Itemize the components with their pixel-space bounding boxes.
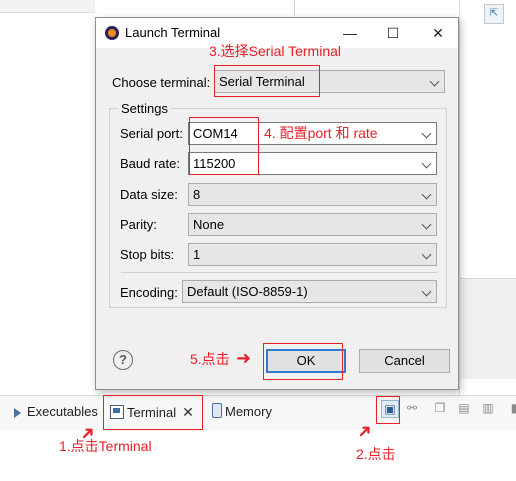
stop-bits-select[interactable]: 1	[188, 243, 437, 266]
chevron-down-icon	[421, 189, 432, 200]
chevron-down-icon	[421, 128, 432, 139]
chevron-down-icon	[421, 219, 432, 230]
stop-bits-label: Stop bits:	[120, 247, 175, 262]
parity-select[interactable]: None	[188, 213, 437, 236]
baud-rate-label: Baud rate:	[120, 156, 180, 171]
step4-annotation: 4. 配置port 和 rate	[264, 125, 378, 141]
serial-port-label: Serial port:	[120, 126, 183, 141]
data-size-value: 8	[193, 187, 201, 202]
parity-label: Parity:	[120, 217, 157, 232]
step2-annotation: 2.点击	[356, 446, 396, 462]
step5-annotation: 5.点击	[190, 351, 230, 367]
chevron-down-icon	[421, 249, 432, 260]
launch-terminal-dialog: Launch Terminal — ☐ ✕ Choose terminal: S…	[95, 17, 459, 390]
ide-left-toolbar-strip	[0, 0, 95, 13]
ide-right-gray-area	[460, 278, 516, 379]
dialog-title: Launch Terminal	[125, 25, 221, 40]
help-icon[interactable]: ?	[113, 350, 133, 370]
tab-terminal-label: Terminal	[127, 405, 177, 420]
data-size-select[interactable]: 8	[188, 183, 437, 206]
stop-bits-value: 1	[193, 247, 201, 262]
more-icon[interactable]: ▮	[506, 400, 516, 416]
outline-toolbar-icon[interactable]: ⇱	[484, 4, 504, 24]
terminal-icon	[110, 405, 124, 419]
chevron-down-icon	[421, 158, 432, 169]
copy-icon[interactable]: ❐	[432, 400, 448, 416]
tab-memory[interactable]: Memory	[212, 402, 272, 422]
tab-executables-label: Executables	[27, 404, 98, 419]
memory-icon	[212, 403, 222, 418]
encoding-value: Default (ISO-8859-1)	[187, 284, 308, 299]
choose-terminal-value: Serial Terminal	[219, 74, 305, 89]
paste-icon[interactable]: ▤	[456, 400, 472, 416]
choose-terminal-select[interactable]: Serial Terminal	[214, 70, 445, 93]
chevron-down-icon	[421, 286, 432, 297]
step3-annotation: 3.选择Serial Terminal	[209, 43, 342, 59]
tab-executables[interactable]: Executables	[12, 402, 98, 422]
baud-rate-value: 115200	[193, 156, 236, 171]
save-icon[interactable]: ▥	[480, 400, 496, 416]
maximize-button[interactable]: ☐	[379, 22, 407, 44]
tab-memory-label: Memory	[225, 404, 272, 419]
tab-terminal[interactable]: Terminal ✕	[110, 402, 194, 422]
open-terminal-icon[interactable]: ▣	[381, 400, 399, 418]
close-icon[interactable]: ✕	[182, 402, 194, 422]
ok-button[interactable]: OK	[266, 349, 346, 373]
parity-value: None	[193, 217, 225, 232]
eclipse-logo-icon	[105, 26, 119, 40]
step5-arrow-icon: ➜	[236, 348, 252, 368]
ide-left-pane	[0, 0, 95, 395]
ide-divider	[294, 0, 295, 16]
chevron-down-icon	[429, 76, 440, 87]
encoding-select[interactable]: Default (ISO-8859-1)	[182, 280, 437, 303]
run-icon	[14, 408, 21, 418]
settings-group-title: Settings	[118, 101, 171, 116]
baud-rate-select[interactable]: 115200	[188, 152, 437, 175]
cancel-button[interactable]: Cancel	[359, 349, 450, 373]
step1-annotation: 1.点击Terminal	[59, 438, 152, 454]
ide-right-pane: ⇱	[459, 0, 516, 395]
serial-port-value: COM14	[193, 126, 238, 141]
settings-separator	[121, 272, 437, 273]
encoding-label: Encoding:	[120, 285, 178, 300]
connect-icon[interactable]: ⚯	[404, 400, 420, 416]
data-size-label: Data size:	[120, 187, 178, 202]
choose-terminal-label: Choose terminal:	[112, 75, 211, 90]
close-button[interactable]: ✕	[424, 22, 452, 44]
